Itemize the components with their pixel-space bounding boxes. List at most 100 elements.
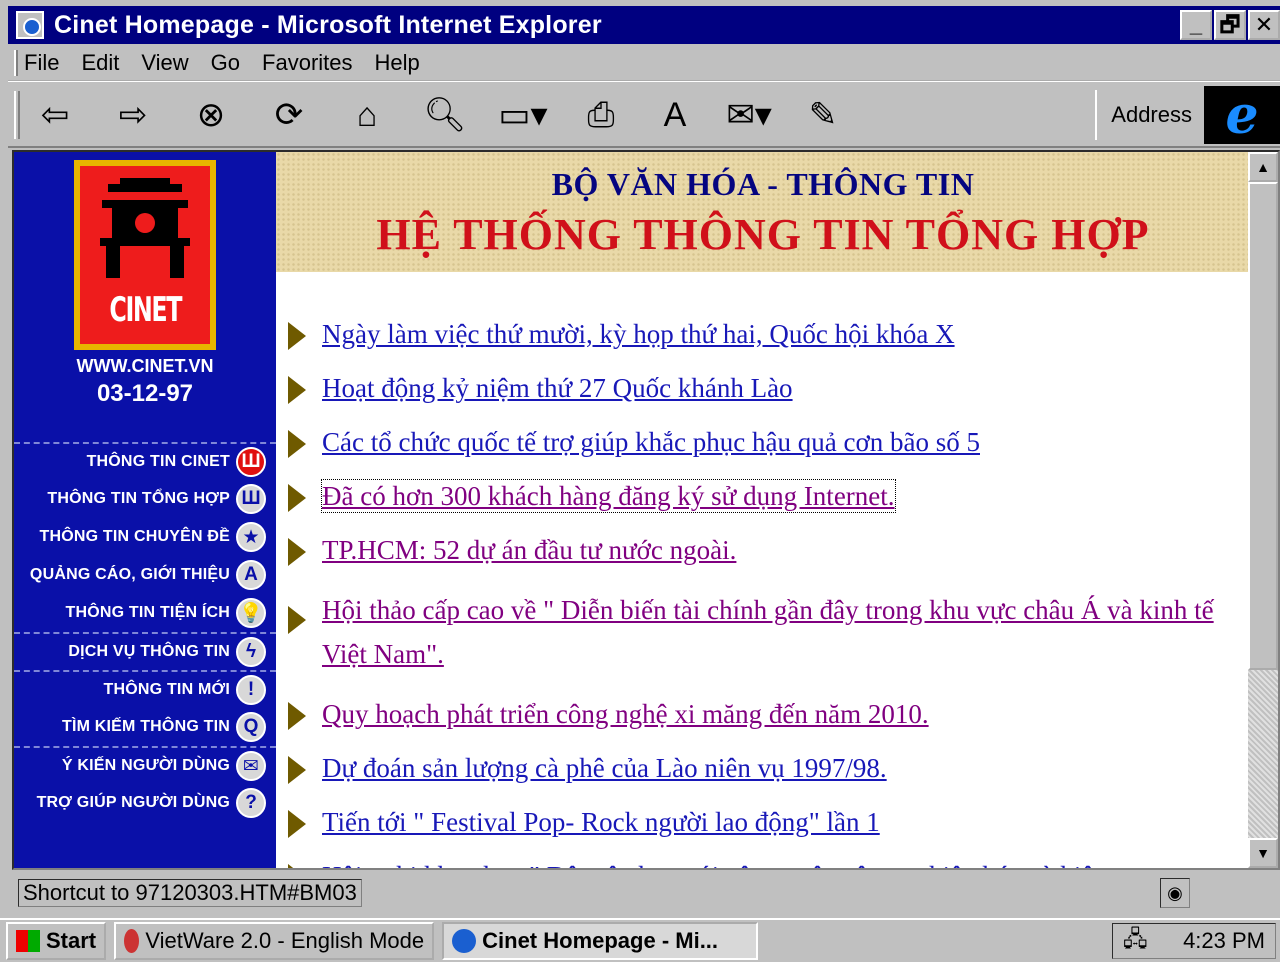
news-link[interactable]: Hoạt động kỷ niệm thứ 27 Quốc khánh Lào bbox=[322, 372, 793, 404]
nav-thong-tin-cinet[interactable]: THÔNG TIN CINET Ш bbox=[14, 442, 276, 480]
sidebar-nav: THÔNG TIN CINET Ш THÔNG TIN TỔNG HỢP Ш T… bbox=[14, 442, 276, 822]
nav-label: TRỢ GIÚP NGƯỜI DÙNG bbox=[36, 794, 230, 811]
menu-file[interactable]: File bbox=[24, 50, 59, 76]
font-icon[interactable]: A bbox=[646, 89, 704, 141]
menu-edit[interactable]: Edit bbox=[81, 50, 119, 76]
print-icon[interactable]: ⎙ bbox=[572, 89, 630, 141]
scroll-up-icon[interactable]: ▲ bbox=[1248, 152, 1278, 182]
nav-label: THÔNG TIN CHUYÊN ĐỀ bbox=[39, 528, 230, 545]
nav-thong-tin-chuyen-de[interactable]: THÔNG TIN CHUYÊN ĐỀ ★ bbox=[14, 518, 276, 556]
nav-quang-cao[interactable]: QUẢNG CÁO, GIỚI THIỆU A bbox=[14, 556, 276, 594]
menu-view[interactable]: View bbox=[141, 50, 188, 76]
gate-icon bbox=[100, 178, 190, 278]
nav-thong-tin-moi[interactable]: THÔNG TIN MỚI ! bbox=[14, 670, 276, 708]
mail-icon[interactable]: ✉▾ bbox=[720, 89, 778, 141]
nav-y-kien[interactable]: Ý KIẾN NGƯỜI DÙNG ✉ bbox=[14, 746, 276, 784]
exclamation-icon: ! bbox=[236, 675, 266, 705]
bullet-arrow-icon bbox=[288, 484, 306, 512]
start-label: Start bbox=[46, 928, 97, 953]
news-link[interactable]: Hội thảo cấp cao về " Diễn biến tài chín… bbox=[322, 588, 1238, 676]
close-button[interactable]: ✕ bbox=[1248, 10, 1280, 40]
news-link[interactable]: Ngày làm việc thứ mười, kỳ họp thứ hai, … bbox=[322, 318, 955, 350]
list-item: Đã có hơn 300 khách hàng đăng ký sử dụng… bbox=[288, 479, 1238, 513]
taskbar: Start VietWare 2.0 - English Mode Cinet … bbox=[0, 918, 1280, 962]
nav-label: QUẢNG CÁO, GIỚI THIỆU bbox=[29, 566, 230, 583]
task-label: VietWare 2.0 - English Mode bbox=[145, 928, 425, 953]
window-title: Cinet Homepage - Microsoft Internet Expl… bbox=[54, 10, 602, 39]
bullet-arrow-icon bbox=[288, 810, 306, 838]
home-icon[interactable]: ⌂ bbox=[338, 89, 396, 141]
news-link[interactable]: Hội nghị khoa học " Dân tộc học với công… bbox=[322, 860, 1107, 868]
forward-icon[interactable]: ⇨ bbox=[104, 89, 162, 141]
list-item: Ngày làm việc thứ mười, kỳ họp thứ hai, … bbox=[288, 318, 1238, 350]
bullet-arrow-icon bbox=[288, 322, 306, 350]
restore-button[interactable]: 🗗 bbox=[1214, 10, 1246, 40]
news-link[interactable]: Quy hoạch phát triển công nghệ xi măng đ… bbox=[322, 698, 929, 730]
nav-tro-giup[interactable]: TRỢ GIÚP NGƯỜI DÙNG ? bbox=[14, 784, 276, 822]
nav-label: THÔNG TIN MỚI bbox=[103, 681, 230, 698]
taskbar-vietware[interactable]: VietWare 2.0 - English Mode bbox=[114, 922, 435, 960]
page-content: CINET WWW.CINET.VN 03-12-97 THÔNG TIN CI… bbox=[12, 150, 1280, 870]
network-icon[interactable]: 🖧 bbox=[1123, 922, 1148, 960]
news-link[interactable]: Các tổ chức quốc tế trợ giúp khắc phục h… bbox=[322, 426, 980, 458]
list-item: TP.HCM: 52 dự án đầu tư nước ngoài. bbox=[288, 534, 1238, 566]
scroll-thumb[interactable] bbox=[1248, 182, 1278, 670]
nav-tien-ich[interactable]: THÔNG TIN TIỆN ÍCH 💡 bbox=[14, 594, 276, 632]
site-url: WWW.CINET.VN bbox=[76, 356, 214, 376]
search-icon[interactable]: 🔍︎ bbox=[416, 89, 474, 141]
browser-window: Cinet Homepage - Microsoft Internet Expl… bbox=[0, 0, 1280, 918]
nav-thong-tin-tong-hop[interactable]: THÔNG TIN TỔNG HỢP Ш bbox=[14, 480, 276, 518]
list-item: Hội nghị khoa học " Dân tộc học với công… bbox=[288, 860, 1238, 868]
menu-grip[interactable] bbox=[14, 50, 18, 76]
list-item: Các tổ chức quốc tế trợ giúp khắc phục h… bbox=[288, 426, 1238, 458]
ministry-heading: BỘ VĂN HÓA - THÔNG TIN bbox=[551, 166, 975, 202]
title-bar[interactable]: Cinet Homepage - Microsoft Internet Expl… bbox=[8, 6, 1280, 44]
toolbar: ⇦ ⇨ ⊗ ⟳ ⌂ 🔍︎ ▭▾ ⎙ A ✉▾ ✎ Address e bbox=[8, 84, 1280, 148]
stop-icon[interactable]: ⊗ bbox=[182, 89, 240, 141]
vietware-icon bbox=[124, 929, 140, 953]
bullet-arrow-icon bbox=[288, 756, 306, 784]
menu-go[interactable]: Go bbox=[211, 50, 240, 76]
vertical-scrollbar[interactable]: ▲ ▼ bbox=[1248, 152, 1278, 868]
nav-label: THÔNG TIN TIỆN ÍCH bbox=[65, 604, 230, 621]
news-link[interactable]: Tiến tới " Festival Pop- Rock người lao … bbox=[322, 806, 880, 838]
news-link[interactable]: Dự đoán sản lượng cà phê của Lào niên vụ… bbox=[322, 752, 887, 784]
nav-dich-vu[interactable]: DỊCH VỤ THÔNG TIN ϟ bbox=[14, 632, 276, 670]
bullet-arrow-icon bbox=[288, 538, 306, 566]
lightning-icon: ϟ bbox=[236, 637, 266, 667]
refresh-icon[interactable]: ⟳ bbox=[260, 89, 318, 141]
logo-text: CINET bbox=[109, 290, 182, 330]
address-label[interactable]: Address bbox=[1095, 90, 1192, 140]
menu-help[interactable]: Help bbox=[375, 50, 420, 76]
nav-label: THÔNG TIN CINET bbox=[86, 453, 230, 470]
banner: BỘ VĂN HÓA - THÔNG TIN HỆ THỐNG THÔNG TI… bbox=[276, 152, 1250, 272]
nav-label: THÔNG TIN TỔNG HỢP bbox=[47, 490, 230, 507]
news-link[interactable]: TP.HCM: 52 dự án đầu tư nước ngoài. bbox=[322, 534, 736, 566]
toolbar-grip[interactable] bbox=[14, 91, 20, 139]
help-icon: ? bbox=[236, 788, 266, 818]
edit-icon[interactable]: ✎ bbox=[794, 89, 852, 141]
list-item: Hội thảo cấp cao về " Diễn biến tài chín… bbox=[288, 588, 1238, 676]
clock[interactable]: 4:23 PM bbox=[1183, 928, 1265, 954]
minimize-button[interactable]: _ bbox=[1180, 10, 1212, 40]
status-text: Shortcut to 97120303.HTM#BM03 bbox=[18, 879, 362, 907]
nav-tim-kiem[interactable]: TÌM KIẾM THÔNG TIN Q bbox=[14, 708, 276, 746]
scroll-down-icon[interactable]: ▼ bbox=[1248, 838, 1278, 868]
nav-label: DỊCH VỤ THÔNG TIN bbox=[68, 643, 230, 660]
cinet-logo[interactable]: CINET bbox=[74, 160, 216, 350]
list-item: Hoạt động kỷ niệm thứ 27 Quốc khánh Lào bbox=[288, 372, 1238, 404]
menu-favorites[interactable]: Favorites bbox=[262, 50, 352, 76]
favorites-icon[interactable]: ▭▾ bbox=[494, 89, 552, 141]
taskbar-cinet[interactable]: Cinet Homepage - Mi... bbox=[442, 922, 759, 960]
lightbulb-icon: 💡 bbox=[236, 598, 266, 628]
ie-logo-icon: e bbox=[1204, 85, 1280, 146]
list-item: Quy hoạch phát triển công nghệ xi măng đ… bbox=[288, 698, 1238, 730]
bullet-arrow-icon bbox=[288, 864, 306, 868]
ie-window-icon[interactable] bbox=[16, 11, 44, 39]
start-button[interactable]: Start bbox=[6, 922, 107, 960]
book-icon: Ш bbox=[236, 447, 266, 477]
back-icon[interactable]: ⇦ bbox=[26, 89, 84, 141]
news-link[interactable]: Đã có hơn 300 khách hàng đăng ký sử dụng… bbox=[321, 479, 896, 513]
nav-label: TÌM KIẾM THÔNG TIN bbox=[61, 718, 230, 735]
bullet-arrow-icon bbox=[288, 702, 306, 730]
